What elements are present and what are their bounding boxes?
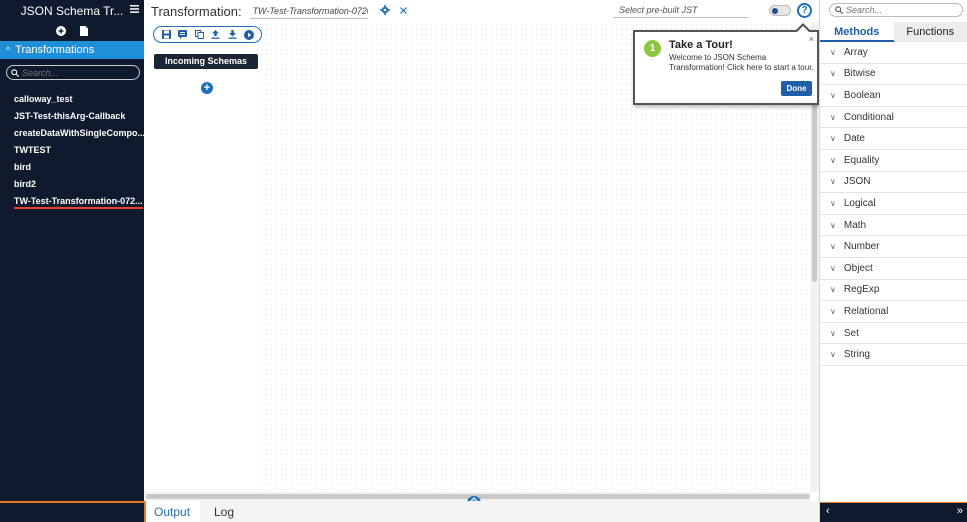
transformation-item[interactable]: JST-Test-thisArg-Callback <box>14 109 144 126</box>
transformation-list: calloway_test JST-Test-thisArg-Callback … <box>0 92 144 211</box>
chevron-down-icon: ∨ <box>830 263 836 273</box>
chevron-down-icon: ∨ <box>830 242 836 252</box>
methods-list: ∨ Array ∨ Bitwise ∨ Boolean ∨ Conditional ∨ D… <box>820 42 967 366</box>
tab-output[interactable]: Output <box>144 501 200 522</box>
chevron-down-icon: ∨ <box>830 112 836 122</box>
right-panel-footer: ‹ » <box>820 502 967 522</box>
method-category[interactable]: ∨ RegExp <box>820 280 967 302</box>
new-file-icon[interactable] <box>80 26 88 36</box>
play-icon[interactable] <box>243 29 254 40</box>
chevron-down-icon: ∨ <box>830 220 836 230</box>
search-icon <box>11 68 19 77</box>
app-title-bar: JSON Schema Tr... <box>0 0 144 22</box>
transformations-section-header[interactable]: ^ Transformations <box>0 41 144 59</box>
left-sidebar: JSON Schema Tr... ^ Transformations Sear… <box>0 0 144 522</box>
methods-search-box <box>829 3 963 17</box>
chevron-down-icon: ∨ <box>830 350 836 360</box>
tour-close-icon[interactable]: × <box>809 34 814 44</box>
help-icon[interactable]: ? <box>797 3 812 18</box>
section-label: Transformations <box>15 44 95 56</box>
comment-icon[interactable] <box>178 29 188 40</box>
chevron-down-icon: ∨ <box>830 306 836 316</box>
chevron-up-icon: ^ <box>6 45 11 55</box>
add-transformation-icon[interactable] <box>56 26 66 36</box>
transformation-item[interactable]: bird2 <box>14 177 144 194</box>
chevron-down-icon: ∨ <box>830 134 836 144</box>
sidebar-bottom-divider <box>0 501 144 503</box>
transformation-item[interactable]: bird <box>14 160 144 177</box>
method-category[interactable]: ∨ Array <box>820 42 967 64</box>
copy-icon[interactable] <box>194 29 204 40</box>
tour-title: Take a Tour! <box>669 39 733 51</box>
chevron-left-icon[interactable]: ‹ <box>826 505 830 517</box>
save-icon[interactable] <box>161 29 171 40</box>
method-category[interactable]: ∨ Relational <box>820 301 967 323</box>
method-category[interactable]: ∨ JSON <box>820 172 967 194</box>
tab-log[interactable]: Log <box>206 501 242 522</box>
hamburger-menu-icon[interactable] <box>130 5 139 13</box>
sidebar-search-input[interactable] <box>22 67 132 78</box>
right-panel: Methods Functions ∨Array ∨Bitwise ∨Boole… <box>819 0 967 522</box>
editor-header: Transformation: TW-Test-Transformation-0… <box>144 0 819 22</box>
chevron-down-icon: ∨ <box>830 155 836 165</box>
methods-search-input[interactable] <box>846 5 951 15</box>
method-category[interactable]: ∨ Equality <box>820 150 967 172</box>
toggle-knob <box>772 8 778 14</box>
method-category[interactable]: ∨ Boolean <box>820 85 967 107</box>
chevron-down-icon: ∨ <box>830 177 836 187</box>
canvas-toolbar <box>153 26 262 43</box>
tour-popover: 1 × Take a Tour! Welcome to JSON Schema … <box>633 23 819 105</box>
transformation-item-active[interactable]: TW-Test-Transformation-072... <box>14 194 144 211</box>
mode-toggle[interactable] <box>769 5 791 16</box>
method-category[interactable]: ∨ Date <box>820 128 967 150</box>
chevron-down-icon: ∨ <box>830 198 836 208</box>
method-category[interactable]: ∨ Number <box>820 236 967 258</box>
collapse-panel-icon[interactable]: » <box>957 505 963 517</box>
prebuilt-jst-select[interactable]: Select pre-built JST <box>613 3 748 18</box>
chevron-down-icon: ∨ <box>830 47 836 57</box>
method-category[interactable]: ∨ Conditional <box>820 107 967 129</box>
sidebar-actions <box>0 22 144 40</box>
chevron-down-icon: ∨ <box>830 328 836 338</box>
tour-done-button[interactable]: Done <box>781 81 812 96</box>
method-category[interactable]: ∨ Math <box>820 215 967 237</box>
tab-functions[interactable]: Functions <box>893 22 967 42</box>
tour-body: Welcome to JSON Schema Transformation! C… <box>669 53 814 72</box>
chevron-down-icon: ∨ <box>830 285 836 295</box>
right-panel-tabs: Methods Functions <box>820 22 967 42</box>
transformation-name-field[interactable]: TW-Test-Transformation-0720... <box>249 3 368 19</box>
transformation-item[interactable]: TWTEST <box>14 143 144 160</box>
close-icon[interactable] <box>399 5 407 17</box>
sidebar-search-box <box>6 65 140 80</box>
transformation-item[interactable]: createDataWithSingleCompo... <box>14 126 144 143</box>
step-badge: 1 <box>644 40 661 57</box>
method-category[interactable]: ∨ Object <box>820 258 967 280</box>
search-icon <box>835 6 843 14</box>
method-category[interactable]: ∨ Bitwise <box>820 64 967 86</box>
method-category[interactable]: ∨ Logical <box>820 193 967 215</box>
method-category[interactable]: ∨ Set <box>820 323 967 345</box>
transformation-item[interactable]: calloway_test <box>14 92 144 109</box>
method-category[interactable]: ∨ String <box>820 344 967 366</box>
add-schema-button[interactable]: + <box>201 82 213 94</box>
app-title: JSON Schema Tr... <box>20 4 124 18</box>
schema-column <box>144 22 260 492</box>
bottom-panel-tabs: Output Log <box>144 501 819 522</box>
gear-icon[interactable] <box>379 4 390 18</box>
upload-icon[interactable] <box>211 29 221 40</box>
incoming-schemas-header: Incoming Schemas <box>154 54 258 69</box>
tab-methods[interactable]: Methods <box>820 22 894 42</box>
chevron-down-icon: ∨ <box>830 90 836 100</box>
download-icon[interactable] <box>227 29 237 40</box>
chevron-down-icon: ∨ <box>830 69 836 79</box>
transformation-label: Transformation: <box>151 3 242 19</box>
